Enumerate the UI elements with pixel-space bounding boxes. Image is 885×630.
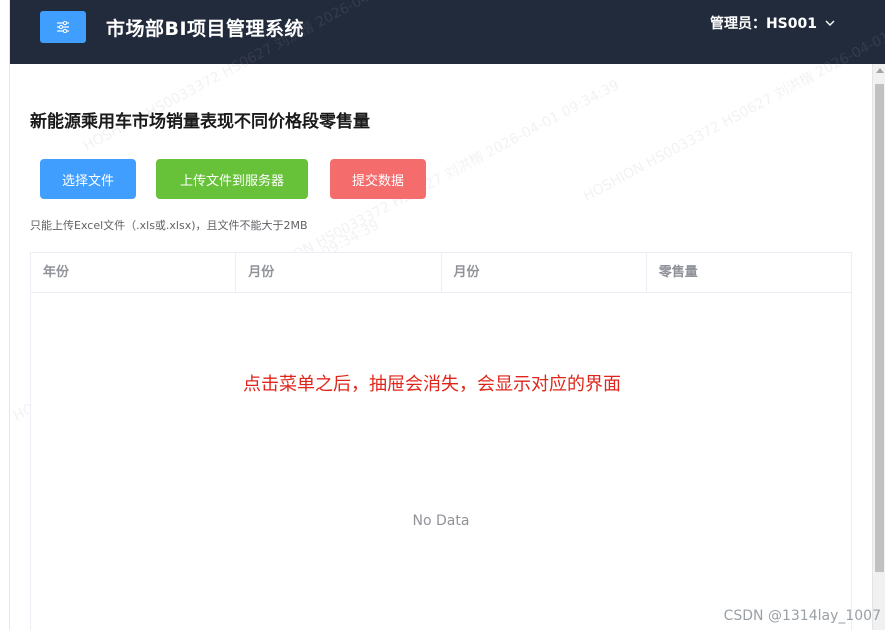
scrollbar-thumb[interactable] (875, 84, 884, 572)
submit-data-button[interactable]: 提交数据 (330, 159, 426, 199)
upload-tip: 只能上传Excel文件（.xls或.xlsx)，且文件不能大于2MB (30, 219, 308, 232)
menu-toggle-button[interactable] (40, 11, 86, 43)
app-title: 市场部BI项目管理系统 (106, 18, 305, 40)
upload-file-button[interactable]: 上传文件到服务器 (156, 159, 308, 199)
page-title: 新能源乘用车市场销量表现不同价格段零售量 (30, 112, 370, 132)
user-label: 管理员：HS001 (709, 16, 817, 32)
select-file-button[interactable]: 选择文件 (40, 159, 136, 199)
chevron-down-icon (825, 20, 835, 26)
column-header-month-2[interactable]: 月份 (442, 253, 647, 292)
column-header-retail-volume[interactable]: 零售量 (647, 253, 851, 292)
csdn-credit: CSDN @1314lay_1007 (723, 608, 881, 624)
annotation-note: 点击菜单之后，抽屉会消失，会显示对应的界面 (243, 374, 621, 395)
vertical-scrollbar[interactable] (872, 64, 885, 630)
sliders-icon (57, 21, 69, 33)
empty-state-text: No Data (412, 513, 470, 529)
column-header-year[interactable]: 年份 (31, 253, 237, 292)
table-header: 年份 月份 月份 零售量 (31, 253, 851, 293)
top-header: 市场部BI项目管理系统 管理员：HS001 (10, 0, 885, 64)
left-window-edge (0, 0, 10, 630)
column-header-month[interactable]: 月份 (236, 253, 442, 292)
data-table: 年份 月份 月份 零售量 No Data (30, 252, 852, 630)
scroll-up-arrow-icon[interactable] (876, 68, 884, 73)
user-dropdown[interactable]: 管理员：HS001 (710, 13, 837, 33)
